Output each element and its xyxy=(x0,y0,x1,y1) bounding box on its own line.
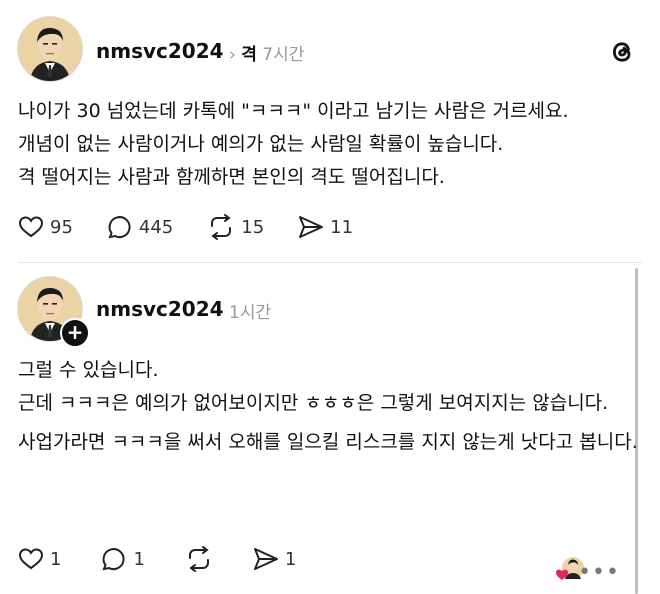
follow-plus-icon[interactable]: + xyxy=(60,318,90,348)
heart-icon xyxy=(18,216,44,238)
reply-paragraph: 사업가라면 ㅋㅋㅋ을 써서 오해를 일으킬 리스크를 지지 않는게 낫다고 봅니… xyxy=(18,431,638,453)
reply-paragraph: 그럴 수 있습니다. xyxy=(18,359,159,381)
share-count: 11 xyxy=(330,216,354,238)
avatar-illustration xyxy=(18,17,82,81)
reply-button[interactable]: 1 xyxy=(101,546,145,572)
like-button[interactable]: 1 xyxy=(18,547,61,571)
share-button[interactable]: 11 xyxy=(298,215,353,239)
like-count: 1 xyxy=(50,548,62,570)
threads-logo-icon[interactable] xyxy=(608,38,636,66)
post-username[interactable]: nmsvc2024 xyxy=(96,39,224,63)
repost-count: 15 xyxy=(241,216,265,238)
post-meta: › 격 7시간 xyxy=(229,40,304,65)
repost-button[interactable]: 15 xyxy=(207,214,264,240)
thread-post: nmsvc2024 › 격 7시간 나이가 30 넘었는데 카톡에 "ㅋㅋㅋ" … xyxy=(0,0,660,262)
repost-icon xyxy=(188,546,209,572)
post-body: 나이가 30 넘었는데 카톡에 "ㅋㅋㅋ" 이라고 남기는 사람은 거르세요. … xyxy=(18,95,640,194)
repost-button[interactable] xyxy=(185,546,213,572)
repost-icon xyxy=(211,214,232,240)
reply-count: 445 xyxy=(138,216,174,238)
post-line: 격 떨어지는 사람과 함께하면 본인의 격도 떨어집니다. xyxy=(18,166,445,188)
reply-count: 1 xyxy=(133,548,145,570)
reply-time: 1시간 xyxy=(229,303,272,323)
post-line: 나이가 30 넘었는데 카톡에 "ㅋㅋㅋ" 이라고 남기는 사람은 거르세요. xyxy=(18,100,569,122)
share-count: 1 xyxy=(284,548,297,570)
topic-tag[interactable]: 격 xyxy=(241,45,257,65)
share-icon xyxy=(299,216,324,238)
post-line: 개념이 없는 사람이거나 예의가 없는 사람일 확률이 높습니다. xyxy=(18,133,504,155)
reply-paragraph: 근데 ㅋㅋㅋ은 예의가 없어보이지만 ㅎㅎㅎ은 그렇게 보여지지는 않습니다. xyxy=(18,392,609,414)
heart-icon xyxy=(18,548,44,570)
reply-body: 그럴 수 있습니다. 근데 ㅋㅋㅋ은 예의가 없어보이지만 ㅎㅎㅎ은 그렇게 보… xyxy=(18,354,640,459)
reply-username[interactable]: nmsvc2024 xyxy=(96,297,224,321)
avatar[interactable] xyxy=(17,16,83,82)
like-count: 95 xyxy=(50,216,73,238)
reply-actions: 1 1 1 xyxy=(18,546,330,572)
comment-icon xyxy=(108,216,131,239)
chevron-right-icon: › xyxy=(229,45,236,65)
reply-button[interactable]: 445 xyxy=(107,214,173,240)
share-button[interactable]: 1 xyxy=(253,547,296,571)
like-button[interactable]: 95 xyxy=(18,215,73,239)
post-actions: 95 445 15 11 xyxy=(18,214,387,240)
thread-reply: + nmsvc2024 1시간 ••• 그럴 수 있습니다. 근데 ㅋㅋㅋ은 예… xyxy=(0,262,660,594)
more-icon[interactable]: ••• xyxy=(578,560,620,585)
share-icon xyxy=(253,548,278,570)
post-time: 7시간 xyxy=(262,45,305,65)
comment-icon xyxy=(102,548,126,571)
